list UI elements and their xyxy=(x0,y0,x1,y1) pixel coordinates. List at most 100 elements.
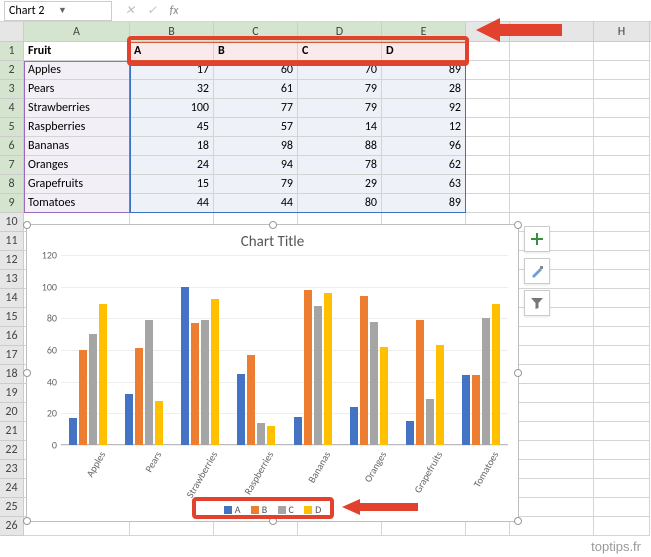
row-header[interactable]: 24 xyxy=(0,479,24,498)
bar[interactable] xyxy=(370,322,378,446)
row-header[interactable]: 11 xyxy=(0,232,24,251)
cell[interactable]: 79 xyxy=(298,99,382,118)
legend-item-B[interactable]: B xyxy=(251,503,267,516)
cell[interactable]: Pears xyxy=(24,80,130,99)
cell[interactable] xyxy=(466,99,510,118)
cell[interactable] xyxy=(510,460,594,479)
row-header[interactable]: 4 xyxy=(0,99,24,118)
row-header[interactable]: 14 xyxy=(0,289,24,308)
row-header[interactable]: 13 xyxy=(0,270,24,289)
cell[interactable] xyxy=(594,422,650,441)
cell[interactable]: 57 xyxy=(214,118,298,137)
cell[interactable] xyxy=(510,213,594,232)
cell[interactable] xyxy=(594,194,650,213)
cell[interactable]: Bananas xyxy=(24,137,130,156)
cell[interactable] xyxy=(466,194,510,213)
row-header[interactable]: 19 xyxy=(0,384,24,403)
cell[interactable]: Raspberries xyxy=(24,118,130,137)
cell[interactable]: 17 xyxy=(130,61,214,80)
cell[interactable] xyxy=(510,156,594,175)
bar[interactable] xyxy=(492,304,500,445)
cell[interactable] xyxy=(594,289,650,308)
cell[interactable] xyxy=(510,365,594,384)
col-header-B[interactable]: B xyxy=(130,22,214,41)
row-header[interactable]: 10 xyxy=(0,213,24,232)
cell[interactable] xyxy=(466,175,510,194)
cell[interactable]: 77 xyxy=(214,99,298,118)
resize-handle[interactable] xyxy=(269,221,277,229)
cell[interactable]: 44 xyxy=(130,194,214,213)
cell[interactable]: 79 xyxy=(214,175,298,194)
bar[interactable] xyxy=(350,407,358,445)
bar-group[interactable] xyxy=(237,355,275,445)
legend-item-D[interactable]: D xyxy=(304,503,321,516)
cell[interactable] xyxy=(594,441,650,460)
resize-handle[interactable] xyxy=(23,221,31,229)
row-header[interactable]: 9 xyxy=(0,194,24,213)
cell[interactable]: C xyxy=(298,42,382,61)
cell[interactable] xyxy=(510,346,594,365)
cell[interactable] xyxy=(510,479,594,498)
cell[interactable] xyxy=(510,61,594,80)
bar[interactable] xyxy=(436,345,444,445)
cell[interactable] xyxy=(510,118,594,137)
resize-handle[interactable] xyxy=(23,369,31,377)
chart-plot-area[interactable]: 020406080100120 xyxy=(61,255,508,445)
bar[interactable] xyxy=(294,417,302,446)
cell[interactable] xyxy=(594,403,650,422)
bar-group[interactable] xyxy=(181,287,219,445)
cell[interactable] xyxy=(594,270,650,289)
col-header-H[interactable]: H xyxy=(594,22,650,41)
cell[interactable] xyxy=(466,156,510,175)
cell[interactable] xyxy=(510,270,594,289)
cell[interactable] xyxy=(510,403,594,422)
cell[interactable] xyxy=(594,498,650,517)
cell[interactable] xyxy=(594,99,650,118)
cell[interactable] xyxy=(594,80,650,99)
cell[interactable] xyxy=(510,422,594,441)
chart-object[interactable]: Chart Title 020406080100120 ApplesPearsS… xyxy=(26,224,519,522)
cell[interactable]: 62 xyxy=(382,156,466,175)
cell[interactable] xyxy=(510,289,594,308)
cell[interactable]: 89 xyxy=(382,61,466,80)
bar[interactable] xyxy=(324,293,332,445)
cell[interactable] xyxy=(510,99,594,118)
bar[interactable] xyxy=(79,350,87,445)
cell[interactable] xyxy=(594,232,650,251)
bar[interactable] xyxy=(380,347,388,445)
cell[interactable]: 96 xyxy=(382,137,466,156)
col-header-D[interactable]: D xyxy=(298,22,382,41)
row-header[interactable]: 1 xyxy=(0,42,24,61)
cell[interactable]: 32 xyxy=(130,80,214,99)
cell[interactable]: 15 xyxy=(130,175,214,194)
cell[interactable] xyxy=(510,80,594,99)
resize-handle[interactable] xyxy=(514,369,522,377)
cell[interactable]: 80 xyxy=(298,194,382,213)
cell[interactable] xyxy=(466,80,510,99)
bar[interactable] xyxy=(360,296,368,445)
bar[interactable] xyxy=(472,375,480,445)
select-all-corner[interactable] xyxy=(0,22,24,41)
chevron-down-icon[interactable]: ▼ xyxy=(58,5,107,16)
cell[interactable] xyxy=(594,251,650,270)
cell[interactable]: 28 xyxy=(382,80,466,99)
cell[interactable]: 45 xyxy=(130,118,214,137)
cell[interactable] xyxy=(510,498,594,517)
row-header[interactable]: 8 xyxy=(0,175,24,194)
row-header[interactable]: 3 xyxy=(0,80,24,99)
bar[interactable] xyxy=(69,418,77,445)
row-header[interactable]: 25 xyxy=(0,498,24,517)
cell[interactable]: Fruit xyxy=(24,42,130,61)
bar-group[interactable] xyxy=(294,290,332,445)
bar-group[interactable] xyxy=(462,304,500,445)
cell[interactable] xyxy=(510,194,594,213)
bar[interactable] xyxy=(201,320,209,445)
cell[interactable]: 79 xyxy=(298,80,382,99)
row-header[interactable]: 5 xyxy=(0,118,24,137)
cell[interactable] xyxy=(594,384,650,403)
bar[interactable] xyxy=(89,334,97,445)
bar[interactable] xyxy=(181,287,189,445)
cell[interactable]: 18 xyxy=(130,137,214,156)
cell[interactable] xyxy=(594,42,650,61)
cell[interactable]: A xyxy=(130,42,214,61)
